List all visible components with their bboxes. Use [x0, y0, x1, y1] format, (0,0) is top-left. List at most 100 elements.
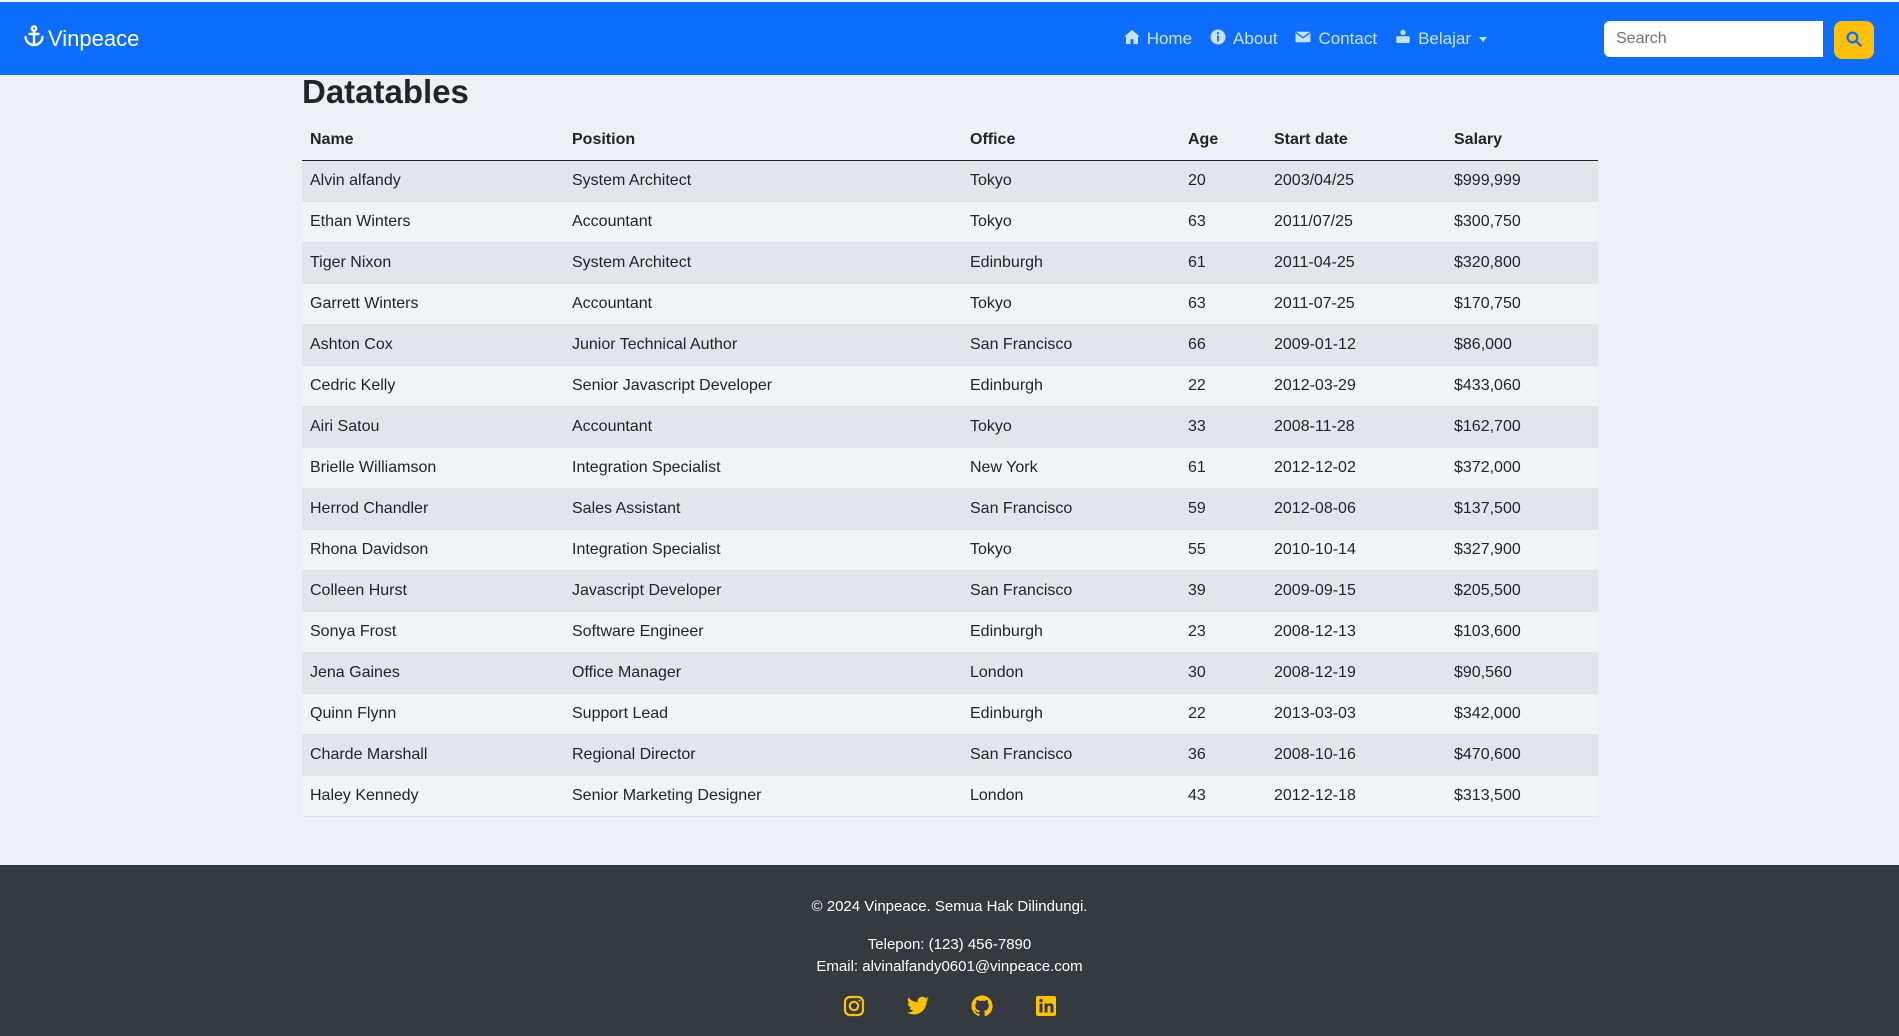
- cell-position: Office Manager: [564, 652, 962, 694]
- column-header-start-date[interactable]: Start date: [1266, 120, 1446, 161]
- cell-office: Tokyo: [962, 406, 1180, 448]
- table-row: Sonya Frost Software Engineer Edinburgh 23 2…: [302, 611, 1598, 653]
- footer: © 2024 Vinpeace. Semua Hak Dilindungi. T…: [0, 865, 1899, 1036]
- cell-age: 20: [1180, 160, 1266, 202]
- twitter-icon[interactable]: [906, 994, 930, 1018]
- info-circle-icon: [1209, 28, 1227, 51]
- cell-salary: $342,000: [1446, 693, 1598, 735]
- cell-name: Charde Marshall: [302, 734, 564, 776]
- linkedin-icon[interactable]: [1034, 994, 1058, 1018]
- cell-salary: $313,500: [1446, 775, 1598, 817]
- search-input[interactable]: [1604, 21, 1823, 57]
- cell-position: Integration Specialist: [564, 447, 962, 489]
- cell-position: Software Engineer: [564, 611, 962, 653]
- cell-age: 55: [1180, 529, 1266, 571]
- table-row: Tiger Nixon System Architect Edinburgh 61 20…: [302, 242, 1598, 284]
- cell-salary: $300,750: [1446, 201, 1598, 243]
- nav-home[interactable]: Home: [1123, 28, 1192, 51]
- cell-salary: $470,600: [1446, 734, 1598, 776]
- cell-start-date: 2003/04/25: [1266, 160, 1446, 202]
- cell-office: San Francisco: [962, 488, 1180, 530]
- cell-start-date: 2012-12-18: [1266, 775, 1446, 817]
- cell-name: Alvin alfandy: [302, 160, 564, 202]
- anchor-icon: [22, 24, 46, 54]
- cell-salary: $90,560: [1446, 652, 1598, 694]
- table-row: Herrod Chandler Sales Assistant San Franci…: [302, 488, 1598, 530]
- cell-office: Tokyo: [962, 201, 1180, 243]
- table-row: Colleen Hurst Javascript Developer San Fra…: [302, 570, 1598, 612]
- cell-start-date: 2013-03-03: [1266, 693, 1446, 735]
- cell-start-date: 2011/07/25: [1266, 201, 1446, 243]
- cell-position: Integration Specialist: [564, 529, 962, 571]
- social-links: [0, 994, 1899, 1018]
- cell-age: 22: [1180, 693, 1266, 735]
- table-row: Alvin alfandy System Architect Tokyo 20 2003…: [302, 160, 1598, 202]
- cell-age: 59: [1180, 488, 1266, 530]
- data-table: Name Position Office Age Start date Sala…: [302, 120, 1598, 817]
- cell-office: Edinburgh: [962, 242, 1180, 284]
- column-header-age[interactable]: Age: [1180, 120, 1266, 161]
- cell-salary: $320,800: [1446, 242, 1598, 284]
- cell-start-date: 2008-10-16: [1266, 734, 1446, 776]
- cell-age: 30: [1180, 652, 1266, 694]
- home-icon: [1123, 28, 1141, 51]
- cell-start-date: 2009-09-15: [1266, 570, 1446, 612]
- nav-about[interactable]: About: [1209, 28, 1277, 51]
- github-icon[interactable]: [970, 994, 994, 1018]
- footer-copyright: © 2024 Vinpeace. Semua Hak Dilindungi.: [811, 898, 1088, 915]
- cell-name: Herrod Chandler: [302, 488, 564, 530]
- cell-start-date: 2008-11-28: [1266, 406, 1446, 448]
- table-row: Cedric Kelly Senior Javascript Developer E…: [302, 365, 1598, 407]
- cell-name: Colleen Hurst: [302, 570, 564, 612]
- instagram-icon[interactable]: [842, 994, 866, 1018]
- cell-start-date: 2011-07-25: [1266, 283, 1446, 325]
- nav-contact[interactable]: Contact: [1294, 28, 1377, 51]
- cell-position: Junior Technical Author: [564, 324, 962, 366]
- cell-office: London: [962, 652, 1180, 694]
- cell-position: Senior Javascript Developer: [564, 365, 962, 407]
- cell-position: Accountant: [564, 201, 962, 243]
- cell-office: Edinburgh: [962, 365, 1180, 407]
- column-header-name[interactable]: Name: [302, 120, 564, 161]
- navbar: Vinpeace Home About Contact Belajar: [0, 2, 1899, 75]
- column-header-salary[interactable]: Salary: [1446, 120, 1598, 161]
- cell-start-date: 2012-12-02: [1266, 447, 1446, 489]
- nav-belajar-dropdown[interactable]: Belajar: [1394, 28, 1487, 51]
- cell-position: System Architect: [564, 242, 962, 284]
- cell-office: Edinburgh: [962, 611, 1180, 653]
- table-row: Garrett Winters Accountant Tokyo 63 2011-07-…: [302, 283, 1598, 325]
- cell-office: Tokyo: [962, 160, 1180, 202]
- cell-age: 33: [1180, 406, 1266, 448]
- cell-age: 63: [1180, 201, 1266, 243]
- cell-salary: $86,000: [1446, 324, 1598, 366]
- brand-link[interactable]: Vinpeace: [22, 24, 139, 54]
- cell-start-date: 2010-10-14: [1266, 529, 1446, 571]
- user-group-icon: [1394, 28, 1412, 51]
- cell-name: Brielle Williamson: [302, 447, 564, 489]
- table-row: Brielle Williamson Integration Specialist…: [302, 447, 1598, 489]
- cell-age: 36: [1180, 734, 1266, 776]
- cell-name: Jena Gaines: [302, 652, 564, 694]
- table-header-row: Name Position Office Age Start date Sala…: [302, 120, 1598, 161]
- cell-salary: $170,750: [1446, 283, 1598, 325]
- nav-contact-label: Contact: [1318, 29, 1378, 48]
- table-row: Airi Satou Accountant Tokyo 33 2008-11-28 $16…: [302, 406, 1598, 448]
- cell-start-date: 2008-12-13: [1266, 611, 1446, 653]
- search-button[interactable]: [1834, 21, 1874, 59]
- cell-office: San Francisco: [962, 324, 1180, 366]
- cell-office: San Francisco: [962, 734, 1180, 776]
- column-header-office[interactable]: Office: [962, 120, 1180, 161]
- search-icon: [1845, 30, 1863, 51]
- cell-start-date: 2012-08-06: [1266, 488, 1446, 530]
- cell-name: Haley Kennedy: [302, 775, 564, 817]
- cell-position: Support Lead: [564, 693, 962, 735]
- cell-age: 61: [1180, 447, 1266, 489]
- cell-salary: $162,700: [1446, 406, 1598, 448]
- column-header-position[interactable]: Position: [564, 120, 962, 161]
- table-row: Jena Gaines Office Manager London 30 2008-12…: [302, 652, 1598, 694]
- cell-name: Tiger Nixon: [302, 242, 564, 284]
- cell-position: System Architect: [564, 160, 962, 202]
- cell-start-date: 2012-03-29: [1266, 365, 1446, 407]
- cell-age: 39: [1180, 570, 1266, 612]
- cell-salary: $103,600: [1446, 611, 1598, 653]
